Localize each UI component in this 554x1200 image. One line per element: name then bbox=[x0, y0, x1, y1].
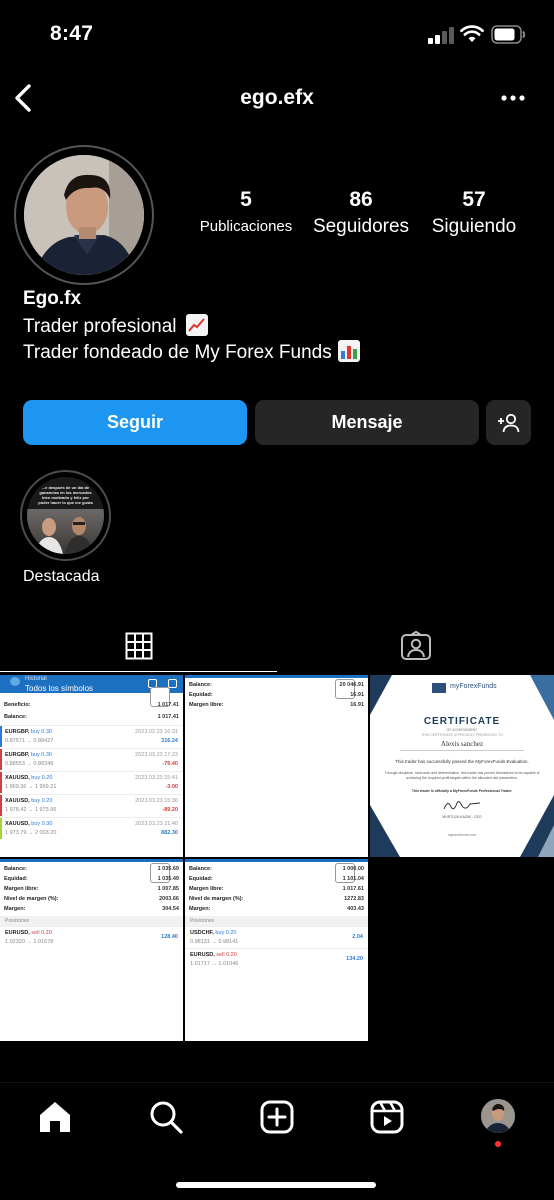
trade-row: USDCHF, buy 0.20 0.98131 → 0.98141 2.04 bbox=[185, 926, 368, 948]
post-4-balance-row: Balance: 1 035.69 bbox=[4, 866, 179, 872]
grid-icon bbox=[125, 632, 152, 659]
home-icon[interactable] bbox=[37, 1099, 73, 1135]
status-bar: 8:47 bbox=[0, 0, 554, 70]
post-5-margin-row: Margen: 403.43 bbox=[189, 906, 364, 912]
post-5-free-margin-row: Margen libre: 1 017.61 bbox=[189, 886, 364, 892]
app-logo-icon bbox=[10, 677, 20, 686]
post-4-margin-level-row: Nivel de margen (%): 2003.66 bbox=[4, 896, 179, 902]
search-icon[interactable] bbox=[148, 1099, 184, 1135]
stat-following[interactable]: 57 Siguiendo bbox=[424, 188, 524, 238]
highlight-cover-photo bbox=[27, 509, 104, 554]
post-4-equity-row: Equidad: 1 035.49 bbox=[4, 876, 179, 882]
home-indicator[interactable] bbox=[176, 1182, 376, 1188]
signature-image bbox=[443, 801, 481, 810]
post-1-filter-icon bbox=[168, 679, 177, 688]
certificate-url: myforexfunds.com bbox=[447, 833, 477, 837]
certificate-presented: THIS CERTIFICATE IS PROUDLY PRESENTED TO bbox=[421, 733, 503, 737]
follow-button[interactable]: Seguir bbox=[23, 400, 247, 445]
highlight-label: Destacada bbox=[23, 568, 100, 585]
bar-chart-emoji-icon bbox=[338, 340, 361, 362]
post-1-title: Todos los símbolos bbox=[25, 684, 94, 693]
certificate-line-2: Through discipline, hard work and determ… bbox=[384, 771, 540, 780]
header-username: ego.efx bbox=[240, 86, 314, 109]
followers-count: 86 bbox=[349, 188, 373, 211]
post-1-title-small: Historial bbox=[25, 676, 47, 682]
followers-label: Seguidores bbox=[312, 216, 410, 237]
reels-icon[interactable] bbox=[369, 1099, 405, 1135]
chart-increasing-emoji-icon bbox=[185, 314, 208, 336]
post-4[interactable]: Balance: 1 035.69 Equidad: 1 035.49 Margen… bbox=[0, 859, 183, 1041]
cellular-signal-icon bbox=[428, 27, 456, 44]
post-1-profit-row: Beneficio: 1 017.41 bbox=[4, 702, 179, 708]
tagged-person-icon bbox=[400, 631, 431, 660]
suggested-accounts-button[interactable] bbox=[486, 400, 531, 445]
certificate-line-3: This trader is officially a MyForexFunds… bbox=[411, 789, 513, 793]
profile-header: ego.efx bbox=[0, 72, 554, 124]
display-name: Ego.fx bbox=[23, 288, 82, 309]
profile-avatar-ring[interactable] bbox=[14, 145, 154, 285]
add-user-icon bbox=[497, 413, 519, 432]
wifi-icon bbox=[460, 25, 484, 42]
bio-line-1: Trader profesional bbox=[23, 314, 208, 338]
trade-row: XAUUSD, buy 0.30 1 973.79 → 2 003.20 202… bbox=[0, 817, 183, 839]
post-5-equity-row: Equidad: 1 101.04 bbox=[189, 876, 364, 882]
posts-label: Publicaciones bbox=[199, 218, 293, 235]
post-5-margin-level-row: Nivel de margen (%): 1272.83 bbox=[189, 896, 364, 902]
post-5[interactable]: Balance: 1 000.00 Equidad: 1 101.04 Margen… bbox=[185, 859, 368, 1041]
post-1-balance-row: Balance: 1 017.41 bbox=[4, 714, 179, 720]
stat-posts[interactable]: 5 Publicaciones bbox=[193, 188, 299, 235]
trade-row: EURUSD, sell 0.20 1.02320 → 1.01678 128.… bbox=[0, 926, 183, 948]
plus-square-icon[interactable] bbox=[259, 1099, 295, 1135]
certificate-line-1: This trader has successfully passed the … bbox=[395, 759, 529, 764]
bio-line-1-text: Trader profesional bbox=[23, 316, 177, 337]
post-3-certificate[interactable]: myForexFunds CERTIFICATE OF ACHIEVEMENT … bbox=[370, 675, 554, 857]
posts-count: 5 bbox=[240, 188, 252, 211]
post-2-balance-row: Balance: 20 046.91 bbox=[189, 682, 364, 688]
stat-followers[interactable]: 86 Seguidores bbox=[306, 188, 416, 238]
post-2-free-margin-row: Margen libre: 16.91 bbox=[189, 702, 364, 708]
post-1[interactable]: Historial Todos los símbolos Beneficio: 1… bbox=[0, 675, 183, 857]
post-4-margin-row: Margen: 304.54 bbox=[4, 906, 179, 912]
profile-avatar[interactable] bbox=[481, 1099, 515, 1133]
bio-line-2-text: Trader fondeado de My Forex Funds bbox=[23, 342, 332, 363]
tab-posts[interactable] bbox=[0, 620, 277, 672]
post-5-section: Posiciones bbox=[185, 916, 368, 926]
post-2[interactable]: Balance: 20 046.91 Equidad: 16.91 Margen l… bbox=[185, 675, 368, 857]
story-highlight[interactable]: ...e después de un día de ganancias en l… bbox=[20, 470, 111, 561]
certificate-name: Alexis sanchez bbox=[440, 740, 484, 748]
message-button[interactable]: Mensaje bbox=[255, 400, 479, 445]
post-5-balance-row: Balance: 1 000.00 bbox=[189, 866, 364, 872]
tab-tagged[interactable] bbox=[277, 620, 554, 672]
bio-line-2: Trader fondeado de My Forex Funds bbox=[23, 340, 361, 364]
certificate-title: CERTIFICATE bbox=[423, 716, 501, 727]
battery-icon bbox=[491, 25, 526, 44]
post-4-section: Posiciones bbox=[0, 916, 183, 926]
post-2-equity-row: Equidad: 16.91 bbox=[189, 692, 364, 698]
certificate-brand: myForexFunds bbox=[450, 683, 497, 690]
certificate-subtitle: OF ACHIEVEMENT bbox=[446, 728, 478, 732]
trade-row: EURGBP, buy 0.30 0.88553 → 0.88349 2023.… bbox=[0, 748, 183, 770]
following-label: Siguiendo bbox=[431, 216, 517, 237]
trade-row: EURGBP, buy 0.30 0.87571 → 0.88427 2023.… bbox=[0, 725, 183, 747]
trade-row: XAUUSD, buy 0.20 1 978.42 → 1 973.96 202… bbox=[0, 794, 183, 816]
certificate-signer: MURTUZA KAZMI - CEO bbox=[442, 815, 482, 819]
notification-dot bbox=[495, 1141, 501, 1147]
trade-row: EURUSD, sell 0.20 1.01717 → 1.01046 134.… bbox=[185, 948, 368, 970]
status-time: 8:47 bbox=[50, 22, 94, 45]
trade-row: XAUUSD, buy 0.20 1 969.36 → 1 969.21 202… bbox=[0, 771, 183, 793]
more-options-icon[interactable] bbox=[500, 89, 526, 107]
highlight-cover-text: ...e después de un día de ganancias en l… bbox=[38, 485, 93, 505]
post-4-free-margin-row: Margen libre: 1 007.85 bbox=[4, 886, 179, 892]
following-count: 57 bbox=[462, 188, 486, 211]
profile-avatar bbox=[24, 155, 144, 275]
highlight-cover: ...e después de un día de ganancias en l… bbox=[27, 477, 104, 554]
